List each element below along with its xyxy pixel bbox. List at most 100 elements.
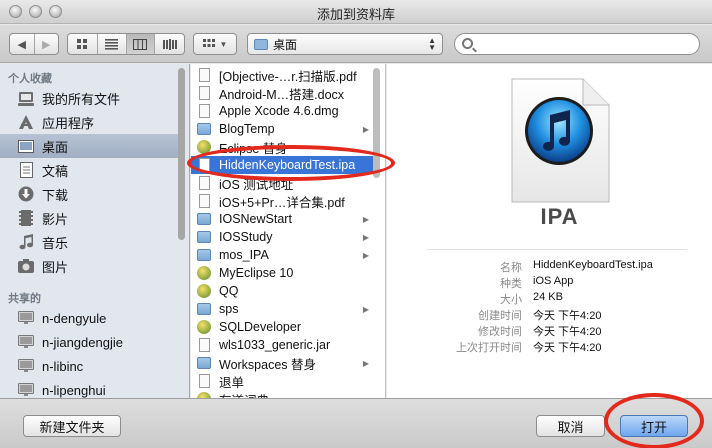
navigation-segment: ◀ ▶	[9, 33, 59, 55]
list-view-button[interactable]	[98, 34, 127, 54]
file-row[interactable]: wls1033_generic.jar	[197, 336, 371, 354]
file-name: wls1033_generic.jar	[219, 338, 331, 352]
arrange-icon	[202, 39, 215, 47]
folder-icon	[197, 122, 211, 136]
file-row[interactable]: BlogTemp ▶	[197, 120, 371, 138]
file-row[interactable]: SQLDeveloper	[197, 318, 371, 336]
file-name: QQ	[219, 284, 239, 298]
chevron-down-icon: ▼	[219, 39, 228, 49]
file-name: iOS+5+Pr…详合集.pdf	[219, 195, 345, 210]
sidebar-item-music[interactable]: 音乐	[0, 230, 178, 254]
icon-view-icon	[77, 39, 88, 49]
application-icon	[197, 320, 211, 334]
window-title: 添加到资料库	[316, 7, 395, 22]
file-row[interactable]: IOSStudy ▶	[197, 228, 371, 246]
sidebar-item-shared-computer[interactable]: n-lipenghui	[0, 378, 178, 398]
downloads-icon	[18, 186, 34, 202]
sidebar-item-movies[interactable]: 影片	[0, 206, 178, 230]
meta-size-key: 大小	[500, 294, 522, 306]
sidebar-scrollbar[interactable]	[178, 68, 185, 240]
forward-button[interactable]: ▶	[35, 34, 59, 54]
file-row[interactable]: Android-M…搭建.docx	[197, 84, 371, 102]
sidebar-item-desktop[interactable]: 桌面	[0, 134, 178, 158]
annotation-ring-open-button	[604, 393, 704, 448]
back-arrow-icon: ◀	[17, 38, 26, 51]
column-view-icon	[133, 38, 148, 50]
sidebar: 个人收藏 我的所有文件 应用程序 桌面 文稿 下载 影片 音乐 图片 共享的 n…	[0, 64, 190, 398]
file-row[interactable]: 有道词典	[197, 390, 371, 398]
folder-icon	[197, 356, 211, 370]
document-icon	[197, 104, 211, 118]
file-row[interactable]: Workspaces 替身 ▶	[197, 354, 371, 372]
file-name: [Objective-…r.扫描版.pdf	[219, 69, 357, 84]
folder-icon	[197, 212, 211, 226]
sidebar-item-shared-computer[interactable]: n-libinc	[0, 354, 178, 378]
meta-last-opened-value: 今天 下午4:20	[533, 342, 602, 354]
file-row[interactable]: mos_IPA ▶	[197, 246, 371, 264]
file-name: 有道词典	[219, 390, 269, 399]
location-popup[interactable]: 桌面 ▲ ▼	[247, 33, 443, 55]
arrange-menu-button[interactable]: ▼	[193, 33, 237, 55]
file-name: Android-M…搭建.docx	[219, 87, 345, 102]
computer-icon	[18, 334, 34, 350]
sidebar-item-shared-computer[interactable]: n-dengyule	[0, 306, 178, 330]
sidebar-item-shared-computer[interactable]: n-jiangdengjie	[0, 330, 178, 354]
computer-icon	[18, 358, 34, 374]
file-row[interactable]: QQ	[197, 282, 371, 300]
sidebar-item-label: 音乐	[42, 235, 69, 251]
file-row[interactable]: iOS+5+Pr…详合集.pdf	[197, 192, 371, 210]
file-row[interactable]: [Objective-…r.扫描版.pdf	[197, 66, 371, 84]
new-folder-button[interactable]: 新建文件夹	[23, 415, 121, 437]
meta-name-key: 名称	[500, 262, 522, 274]
sidebar-item-applications[interactable]: 应用程序	[0, 110, 178, 134]
coverflow-view-button[interactable]	[155, 34, 184, 54]
sidebar-item-label: n-dengyule	[42, 310, 107, 326]
folder-icon	[197, 230, 211, 244]
file-row[interactable]: IOSNewStart ▶	[197, 210, 371, 228]
meta-name-value: HiddenKeyboardTest.ipa	[533, 259, 653, 271]
sidebar-item-downloads[interactable]: 下载	[0, 182, 178, 206]
icon-view-button[interactable]	[68, 34, 98, 54]
location-label: 桌面	[273, 37, 298, 52]
file-row[interactable]: MyEclipse 10	[197, 264, 371, 282]
document-icon	[197, 194, 211, 208]
popup-arrows-icon: ▲ ▼	[428, 36, 436, 52]
documents-icon	[18, 162, 34, 178]
sidebar-item-label: 下载	[42, 187, 69, 203]
back-button[interactable]: ◀	[10, 34, 35, 54]
document-icon	[197, 86, 211, 100]
disclosure-chevron-icon: ▶	[362, 124, 369, 134]
sidebar-item-label: 我的所有文件	[42, 91, 121, 107]
file-name: sps	[219, 302, 239, 316]
sidebar-item-documents[interactable]: 文稿	[0, 158, 178, 182]
file-name: mos_IPA	[219, 248, 269, 262]
meta-modified-value: 今天 下午4:20	[533, 326, 602, 338]
title-bar: 添加到资料库	[0, 0, 712, 24]
movies-icon	[18, 210, 34, 226]
file-row[interactable]: sps ▶	[197, 300, 371, 318]
file-name: Workspaces 替身	[219, 357, 317, 372]
annotation-ring-selected-file	[187, 145, 395, 181]
ipa-file-icon	[511, 78, 610, 203]
folder-icon	[197, 248, 211, 262]
file-name: 退单	[219, 375, 245, 390]
sidebar-section-favorites: 个人收藏	[8, 73, 52, 85]
disclosure-chevron-icon: ▶	[362, 358, 369, 368]
meta-created-key: 创建时间	[478, 310, 522, 322]
cancel-button[interactable]: 取消	[536, 415, 605, 437]
search-icon	[462, 38, 473, 49]
search-field[interactable]	[454, 33, 700, 55]
sidebar-item-all-files[interactable]: 我的所有文件	[0, 86, 178, 110]
list-view-icon	[105, 38, 119, 50]
disclosure-chevron-icon: ▶	[362, 304, 369, 314]
sidebar-item-label: n-lipenghui	[42, 382, 106, 398]
file-name: MyEclipse 10	[219, 266, 294, 280]
file-row[interactable]: Apple Xcode 4.6.dmg	[197, 102, 371, 120]
document-icon	[197, 176, 211, 190]
file-row[interactable]: 退单	[197, 372, 371, 390]
meta-modified-key: 修改时间	[478, 326, 522, 338]
meta-created-value: 今天 下午4:20	[533, 310, 602, 322]
sidebar-item-label: n-libinc	[42, 358, 84, 374]
sidebar-item-pictures[interactable]: 图片	[0, 254, 178, 278]
column-view-button[interactable]	[126, 34, 156, 54]
